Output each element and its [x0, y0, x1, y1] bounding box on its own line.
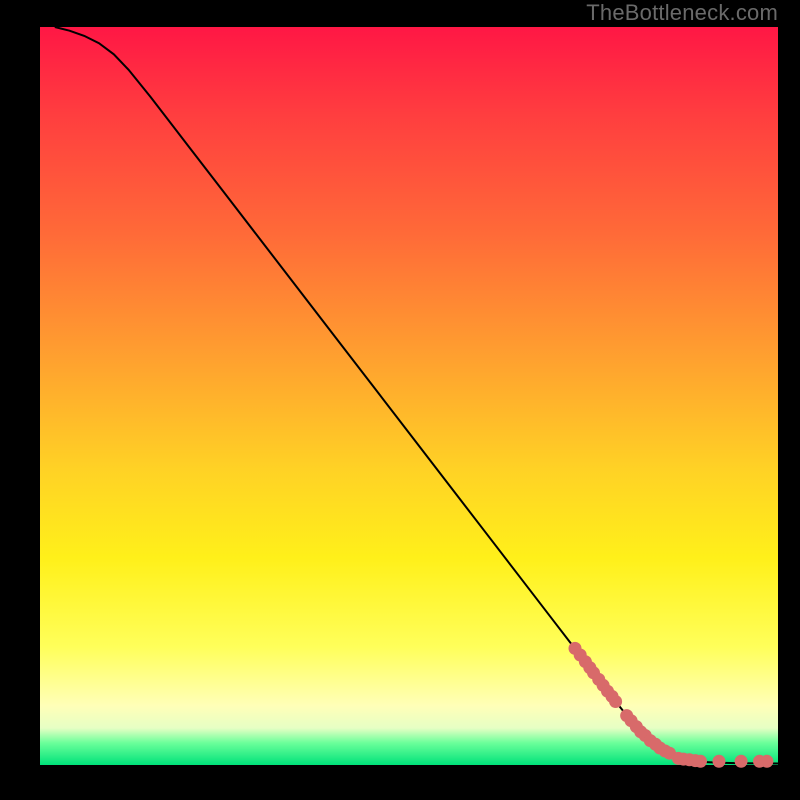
scatter-dots: [569, 642, 774, 768]
data-point: [760, 755, 773, 768]
plot-area: [40, 27, 778, 765]
chart-frame: TheBottleneck.com: [0, 0, 800, 800]
curve-layer: [40, 27, 778, 765]
watermark-text: TheBottleneck.com: [586, 0, 778, 26]
data-point: [609, 695, 622, 708]
data-point: [694, 755, 707, 768]
data-point: [735, 755, 748, 768]
bottleneck-curve: [55, 27, 778, 764]
data-point: [713, 755, 726, 768]
